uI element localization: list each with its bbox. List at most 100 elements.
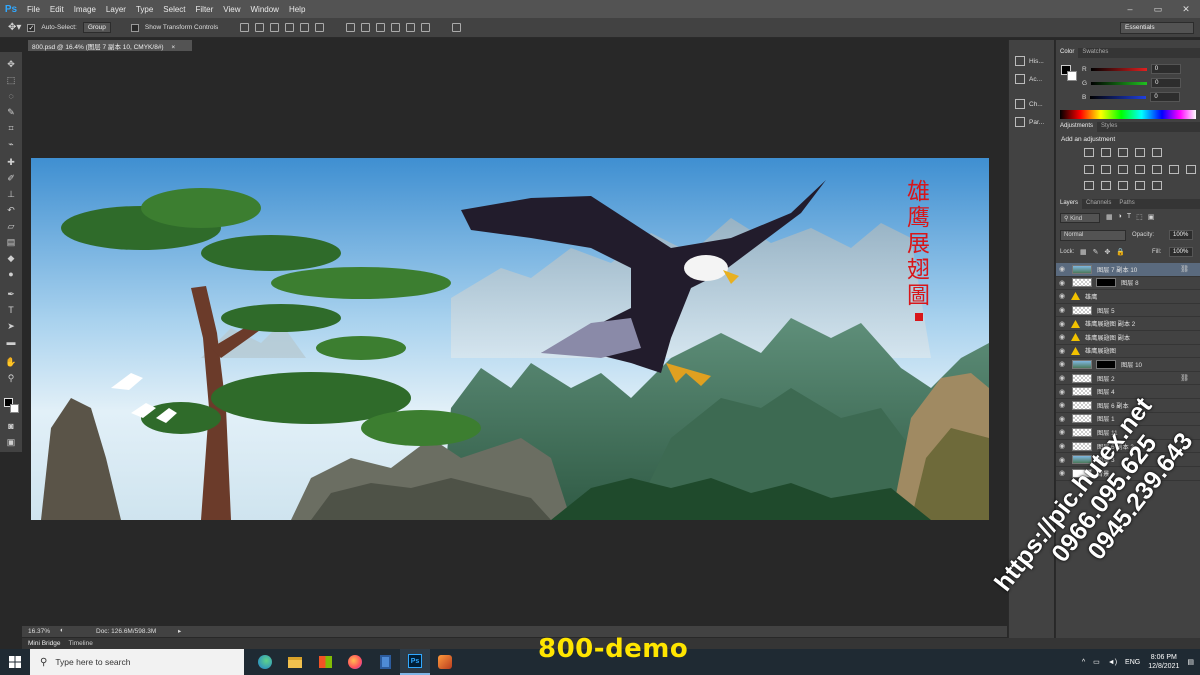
document-tab[interactable]: 800.psd @ 16.4% (图层 7 副本 10, CMYK/8#) ×	[28, 40, 192, 51]
visibility-eye-icon[interactable]: ◉	[1056, 360, 1068, 368]
healing-brush-tool-icon[interactable]: ✚	[5, 156, 17, 168]
character-panel-button[interactable]: Ch...	[1015, 99, 1043, 109]
artwork-canvas[interactable]: 雄 鹰 展 翅 圖	[31, 158, 989, 520]
edge-icon[interactable]	[250, 649, 280, 675]
lock-pixels-icon[interactable]: ✎	[1093, 248, 1099, 256]
layer-row[interactable]: ◉ 图层 7 副本 10 ⛓	[1056, 263, 1200, 277]
tab-timeline[interactable]: Timeline	[69, 640, 93, 647]
history-panel-button[interactable]: His...	[1015, 56, 1044, 66]
hue-saturation-icon[interactable]	[1101, 165, 1111, 174]
tab-swatches[interactable]: Swatches	[1078, 48, 1112, 58]
paragraph-panel-button[interactable]: Par...	[1015, 117, 1044, 127]
layer-mask-thumbnail[interactable]	[1096, 278, 1116, 288]
lasso-tool-icon[interactable]: ◌	[5, 90, 17, 102]
layer-row[interactable]: ◉ 雄鹰展翅图 副本 2	[1056, 317, 1200, 331]
layer-row[interactable]: ◉ 雄鹰展翅图 副本	[1056, 331, 1200, 345]
store-icon[interactable]	[310, 649, 340, 675]
history-brush-tool-icon[interactable]: ↶	[5, 204, 17, 216]
photo-filter-icon[interactable]	[1152, 165, 1162, 174]
quick-select-tool-icon[interactable]: ✎	[5, 106, 17, 118]
channel-mixer-icon[interactable]	[1169, 165, 1179, 174]
selective-color-icon[interactable]	[1135, 181, 1145, 190]
menu-select[interactable]: Select	[158, 5, 190, 14]
tab-mini-bridge[interactable]: Mini Bridge	[28, 640, 61, 647]
hand-tool-icon[interactable]: ✋	[5, 356, 17, 368]
file-explorer-icon[interactable]	[280, 649, 310, 675]
green-slider[interactable]	[1091, 81, 1148, 85]
auto-select-checkbox[interactable]: ✓	[27, 23, 36, 32]
volume-icon[interactable]: ◄)	[1108, 659, 1117, 666]
pen-tool-icon[interactable]: ✒	[5, 288, 17, 300]
bg-color-chip[interactable]	[1067, 71, 1077, 81]
align-hcenter-icon[interactable]	[300, 23, 310, 32]
visibility-eye-icon[interactable]: ◉	[1056, 469, 1068, 477]
red-value[interactable]: 0	[1150, 64, 1181, 74]
eraser-tool-icon[interactable]: ▱	[5, 220, 17, 232]
layer-row[interactable]: ◉ 雄鹰展翅图	[1056, 345, 1200, 359]
type-tool-icon[interactable]: T	[5, 304, 17, 316]
network-icon[interactable]: ▭	[1093, 658, 1100, 666]
zoom-level[interactable]: 16.37%	[28, 628, 50, 635]
align-right-icon[interactable]	[315, 23, 325, 32]
align-bottom-icon[interactable]	[270, 23, 280, 32]
visibility-eye-icon[interactable]: ◉	[1056, 279, 1068, 287]
close-button[interactable]: ✕	[1172, 0, 1200, 18]
blend-mode-dropdown[interactable]: Normal	[1060, 230, 1126, 241]
crop-tool-icon[interactable]: ⌗	[5, 122, 17, 134]
levels-icon[interactable]	[1101, 148, 1111, 157]
menu-filter[interactable]: Filter	[191, 5, 219, 14]
eyedropper-tool-icon[interactable]: ⌁	[5, 138, 17, 150]
gradient-triangle-icon[interactable]	[1152, 148, 1162, 157]
layer-row[interactable]: ◉ 图层 4	[1056, 385, 1200, 399]
vibrance-icon[interactable]	[1084, 165, 1094, 174]
distribute-bottom-icon[interactable]	[376, 23, 386, 32]
layer-filter-dropdown[interactable]: ⚲ Kind	[1060, 213, 1100, 223]
menu-type[interactable]: Type	[131, 5, 158, 14]
menu-edit[interactable]: Edit	[45, 5, 69, 14]
curves-icon[interactable]	[1118, 148, 1128, 157]
visibility-eye-icon[interactable]: ◉	[1056, 306, 1068, 314]
visibility-eye-icon[interactable]: ◉	[1056, 347, 1068, 355]
auto-select-dropdown[interactable]: Group	[82, 22, 111, 33]
green-value[interactable]: 0	[1151, 78, 1182, 88]
visibility-eye-icon[interactable]: ◉	[1056, 320, 1068, 328]
language-indicator[interactable]: ENG	[1125, 659, 1140, 666]
path-select-tool-icon[interactable]: ➤	[5, 320, 17, 332]
zoom-tool-icon[interactable]: ⚲	[5, 372, 17, 384]
fill-input[interactable]: 100%	[1169, 247, 1193, 257]
color-spectrum-bar[interactable]	[1060, 110, 1196, 119]
layer-mask-thumbnail[interactable]	[1096, 359, 1116, 369]
photoshop-icon[interactable]: Ps	[400, 649, 430, 675]
distribute-left-icon[interactable]	[391, 23, 401, 32]
tab-adjustments[interactable]: Adjustments	[1056, 122, 1098, 132]
visibility-eye-icon[interactable]: ◉	[1056, 388, 1068, 396]
visibility-eye-icon[interactable]: ◉	[1056, 401, 1068, 409]
blue-value[interactable]: 0	[1150, 92, 1181, 102]
status-arrow-icon[interactable]: ▸	[178, 627, 181, 635]
quick-mask-icon[interactable]: ◙	[5, 420, 17, 432]
layer-row[interactable]: ◉ 图层 8	[1056, 277, 1200, 291]
minimize-button[interactable]: –	[1116, 0, 1144, 18]
move-tool-icon[interactable]: ✥▾	[8, 22, 21, 33]
taskbar-search-box[interactable]: ⚲ Type here to search	[30, 649, 244, 675]
actions-panel-button[interactable]: Ac...	[1015, 74, 1042, 84]
visibility-eye-icon[interactable]: ◉	[1056, 333, 1068, 341]
move-tool-icon[interactable]: ✥	[5, 58, 17, 70]
tab-layers[interactable]: Layers	[1056, 199, 1083, 209]
tab-paths[interactable]: Paths	[1115, 199, 1138, 209]
blur-tool-icon[interactable]: ◆	[5, 252, 17, 264]
pixel-filter-icon[interactable]: ▦	[1106, 213, 1113, 221]
posterize-icon[interactable]	[1101, 181, 1111, 190]
visibility-eye-icon[interactable]: ◉	[1056, 374, 1068, 382]
invert-icon[interactable]	[1084, 181, 1094, 190]
color-balance-icon[interactable]	[1118, 165, 1128, 174]
layer-row[interactable]: ◉ 图层 5	[1056, 304, 1200, 318]
clone-stamp-tool-icon[interactable]: ⊥	[5, 188, 17, 200]
screen-mode-icon[interactable]: ▣	[5, 436, 17, 448]
align-left-icon[interactable]	[285, 23, 295, 32]
blue-slider[interactable]	[1090, 95, 1147, 99]
visibility-eye-icon[interactable]: ◉	[1056, 292, 1068, 300]
status-info-icon[interactable]: ◐	[60, 627, 64, 634]
calculator-icon[interactable]	[370, 649, 400, 675]
visibility-eye-icon[interactable]: ◉	[1056, 428, 1068, 436]
